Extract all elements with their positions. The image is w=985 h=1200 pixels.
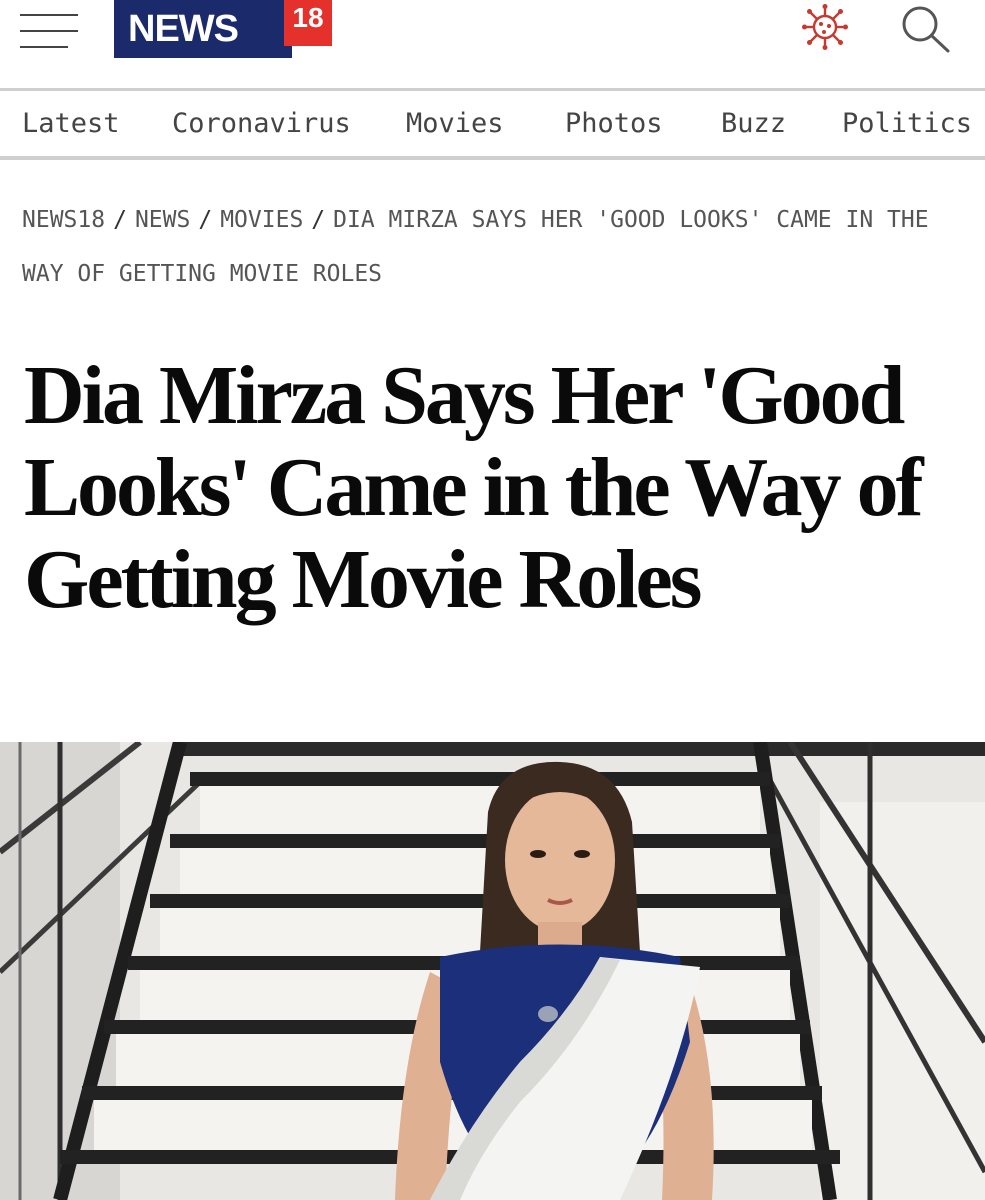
nav-item-buzz[interactable]: Buzz (721, 108, 786, 139)
logo-box: NEWS (114, 0, 292, 58)
article-hero-image[interactable] (0, 742, 985, 1200)
header-divider (0, 88, 985, 91)
hamburger-menu-icon[interactable] (20, 14, 78, 48)
nav-divider (0, 156, 985, 160)
nav-item-coronavirus[interactable]: Coronavirus (172, 108, 351, 139)
category-nav: Latest Coronavirus Movies Photos Buzz Po… (0, 92, 985, 154)
news18-logo[interactable]: NEWS 18 (114, 0, 332, 58)
top-bar: NEWS 18 (0, 0, 985, 88)
article-headline: Dia Mirza Says Her 'Good Looks' Came in … (24, 349, 924, 626)
breadcrumb-separator: / (113, 207, 127, 233)
logo-badge-underline (284, 36, 332, 46)
logo-badge: 18 (284, 0, 332, 36)
breadcrumb-item-news[interactable]: NEWS (135, 207, 190, 233)
nav-item-politics[interactable]: Politics (842, 108, 972, 139)
hero-photo-illustration (0, 742, 985, 1200)
nav-item-photos[interactable]: Photos (565, 108, 663, 139)
nav-item-movies[interactable]: Movies (406, 108, 504, 139)
logo-text: NEWS (128, 8, 239, 50)
breadcrumb-separator: / (311, 207, 326, 233)
breadcrumb: NEWS18/NEWS / MOVIES / DIA MIRZA SAYS HER 'G… (22, 193, 942, 301)
breadcrumb-separator: / (198, 207, 213, 233)
coronavirus-icon[interactable] (802, 4, 848, 50)
search-icon[interactable] (898, 2, 952, 54)
breadcrumb-item-movies[interactable]: MOVIES (220, 207, 303, 233)
breadcrumb-item-news18[interactable]: NEWS18 (22, 207, 105, 233)
nav-item-latest[interactable]: Latest (22, 108, 120, 139)
